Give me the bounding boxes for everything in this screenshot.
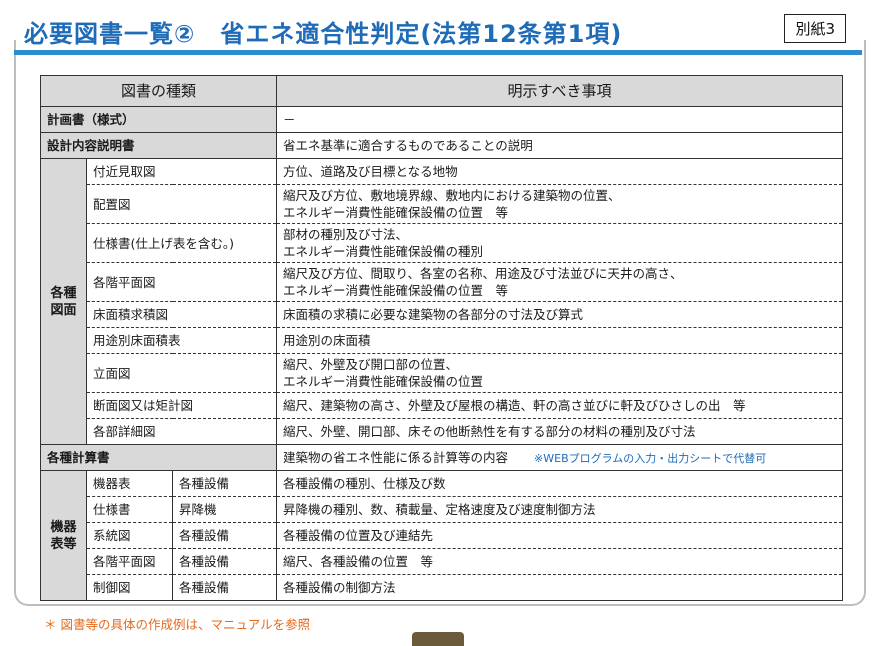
desc-line: 縮尺及び方位、敷地境界線、敷地内における建築物の位置、 — [283, 188, 621, 203]
row-description: 方位、道路及び目標となる地物 — [276, 158, 844, 185]
row-description: 床面積の求積に必要な建築物の各部分の寸法及び算式 — [276, 301, 844, 328]
row-description: 各種設備の制御方法 — [276, 574, 844, 601]
table-row: 配置図 縮尺及び方位、敷地境界線、敷地内における建築物の位置、 エネルギー消費性能… — [41, 184, 844, 224]
row-label: 制御図 — [86, 574, 173, 601]
desc-line: 縮尺、建築物の高さ、外壁及び屋根の構造、軒の高さ並びに軒及びひさしの出 等 — [283, 398, 746, 413]
row-description: 昇降機の種別、数、積載量、定格速度及び速度制御方法 — [276, 496, 844, 523]
row-label: 設計内容説明書 — [39, 132, 278, 159]
desc-line: 床面積の求積に必要な建築物の各部分の寸法及び算式 — [283, 307, 584, 322]
desc-line: 用途別の床面積 — [283, 333, 371, 348]
row-sublabel: 昇降機 — [171, 496, 278, 523]
desc-line: 縮尺及び方位、間取り、各室の名称、用途及び寸法並びに天井の高さ、 — [283, 266, 683, 281]
row-description: 部材の種別及び寸法、エネルギー消費性能確保設備の種別 — [276, 223, 844, 263]
category-label: 機器表等 — [50, 519, 77, 552]
row-description: 建築物の省エネ性能に係る計算等の内容 ※WEBプログラムの入力・出力シートで代替可 — [276, 444, 844, 471]
table-row: 各部詳細図 縮尺、外壁、開口部、床その他断熱性を有する部分の材料の種別及び寸法 — [41, 418, 844, 445]
required-documents-table: 図書の種類 明示すべき事項 計画書（様式） － 設計内容説明書 省エネ基準に適合… — [39, 75, 844, 601]
desc-line: 縮尺、外壁、開口部、床その他断熱性を有する部分の材料の種別及び寸法 — [283, 424, 696, 439]
table-row: 各階平面図 縮尺及び方位、間取り、各室の名称、用途及び寸法並びに天井の高さ、 エネ… — [41, 262, 844, 302]
table-row: 仕様書 昇降機 昇降機の種別、数、積載量、定格速度及び速度制御方法 — [41, 496, 844, 523]
web-program-note: ※WEBプログラムの入力・出力シートで代替可 — [534, 451, 767, 465]
row-description: 縮尺、外壁及び開口部の位置、エネルギー消費性能確保設備の位置 — [276, 353, 844, 393]
row-description: 縮尺、建築物の高さ、外壁及び屋根の構造、軒の高さ並びに軒及びひさしの出 等 — [276, 392, 844, 419]
row-description: 省エネ基準に適合するものであることの説明 — [276, 132, 844, 159]
desc-line: 縮尺、外壁及び開口部の位置、 — [283, 357, 459, 372]
row-label: 仕様書 — [86, 496, 173, 523]
row-label: 付近見取図 — [85, 158, 278, 185]
table-row: 仕様書(仕上げ表を含む。) 部材の種別及び寸法、エネルギー消費性能確保設備の種別 — [41, 223, 844, 263]
desc-line: エネルギー消費性能確保設備の種別 — [283, 244, 484, 259]
row-sublabel: 各種設備 — [171, 470, 278, 497]
title-underline — [14, 50, 862, 55]
table-row: 計画書（様式） － — [39, 106, 844, 133]
table-row: 機器表等 機器表 各種設備 各種設備の種別、仕様及び数 — [40, 470, 844, 601]
header-items-to-specify: 明示すべき事項 — [276, 75, 844, 107]
table-row: 床面積求積図 床面積の求積に必要な建築物の各部分の寸法及び算式 — [41, 301, 844, 328]
page-number-tab — [412, 632, 464, 646]
attachment-label: 別紙3 — [784, 14, 846, 43]
row-label: 立面図 — [85, 353, 278, 393]
desc-text: 建築物の省エネ性能に係る計算等の内容 — [283, 449, 509, 465]
row-label: 各種計算書 — [39, 444, 278, 471]
row-label: 各階平面図 — [85, 262, 278, 302]
category-drawings: 各種図面 — [40, 158, 87, 445]
desc-line: エネルギー消費性能確保設備の位置 等 — [283, 283, 509, 298]
desc-line: 方位、道路及び目標となる地物 — [283, 164, 458, 179]
row-description: 縮尺及び方位、間取り、各室の名称、用途及び寸法並びに天井の高さ、 エネルギー消費性… — [276, 262, 844, 302]
row-label: 配置図 — [85, 184, 278, 224]
row-label: 断面図又は矩計図 — [85, 392, 278, 419]
row-label: 計画書（様式） — [39, 106, 278, 133]
row-description: － — [276, 106, 844, 133]
row-label: 各部詳細図 — [85, 418, 278, 445]
row-description: 縮尺、各種設備の位置 等 — [276, 548, 844, 575]
row-description: 用途別の床面積 — [276, 327, 844, 354]
table-row: 用途別床面積表 用途別の床面積 — [41, 327, 844, 354]
row-label: 系統図 — [86, 522, 173, 549]
category-equipment: 機器表等 — [40, 470, 87, 601]
manual-reference-note: ＊ 図書等の具体の作成例は、マニュアルを参照 — [44, 617, 311, 632]
row-description: 各種設備の位置及び連結先 — [276, 522, 844, 549]
row-label: 用途別床面積表 — [85, 327, 278, 354]
table-row: 断面図又は矩計図 縮尺、建築物の高さ、外壁及び屋根の構造、軒の高さ並びに軒及びひ… — [41, 392, 844, 419]
category-label: 各種図面 — [50, 285, 77, 318]
row-sublabel: 各種設備 — [171, 548, 278, 575]
row-description: 縮尺及び方位、敷地境界線、敷地内における建築物の位置、 エネルギー消費性能確保設備… — [276, 184, 844, 224]
table-row: 各種計算書 建築物の省エネ性能に係る計算等の内容 ※WEBプログラムの入力・出力シ… — [39, 444, 844, 471]
table-row: 設計内容説明書 省エネ基準に適合するものであることの説明 — [39, 132, 844, 159]
row-label: 機器表 — [86, 470, 173, 497]
table-row: 各種図面 付近見取図 方位、道路及び目標となる地物 — [40, 158, 844, 445]
row-label: 床面積求積図 — [85, 301, 278, 328]
table-row: 立面図 縮尺、外壁及び開口部の位置、エネルギー消費性能確保設備の位置 — [41, 353, 844, 393]
table-row: 各階平面図 各種設備 縮尺、各種設備の位置 等 — [41, 548, 844, 575]
desc-line: エネルギー消費性能確保設備の位置 — [283, 374, 484, 389]
table-row: 制御図 各種設備 各種設備の制御方法 — [41, 574, 844, 601]
row-description: 各種設備の種別、仕様及び数 — [276, 470, 844, 497]
table-row: 系統図 各種設備 各種設備の位置及び連結先 — [41, 522, 844, 549]
row-sublabel: 各種設備 — [171, 522, 278, 549]
desc-line: 部材の種別及び寸法、 — [283, 227, 409, 242]
row-description: 縮尺、外壁、開口部、床その他断熱性を有する部分の材料の種別及び寸法 — [276, 418, 844, 445]
desc-line: エネルギー消費性能確保設備の位置 等 — [283, 205, 509, 220]
row-sublabel: 各種設備 — [171, 574, 278, 601]
row-label: 仕様書(仕上げ表を含む。) — [85, 223, 278, 263]
header-document-type: 図書の種類 — [39, 75, 278, 107]
row-label: 各階平面図 — [86, 548, 173, 575]
